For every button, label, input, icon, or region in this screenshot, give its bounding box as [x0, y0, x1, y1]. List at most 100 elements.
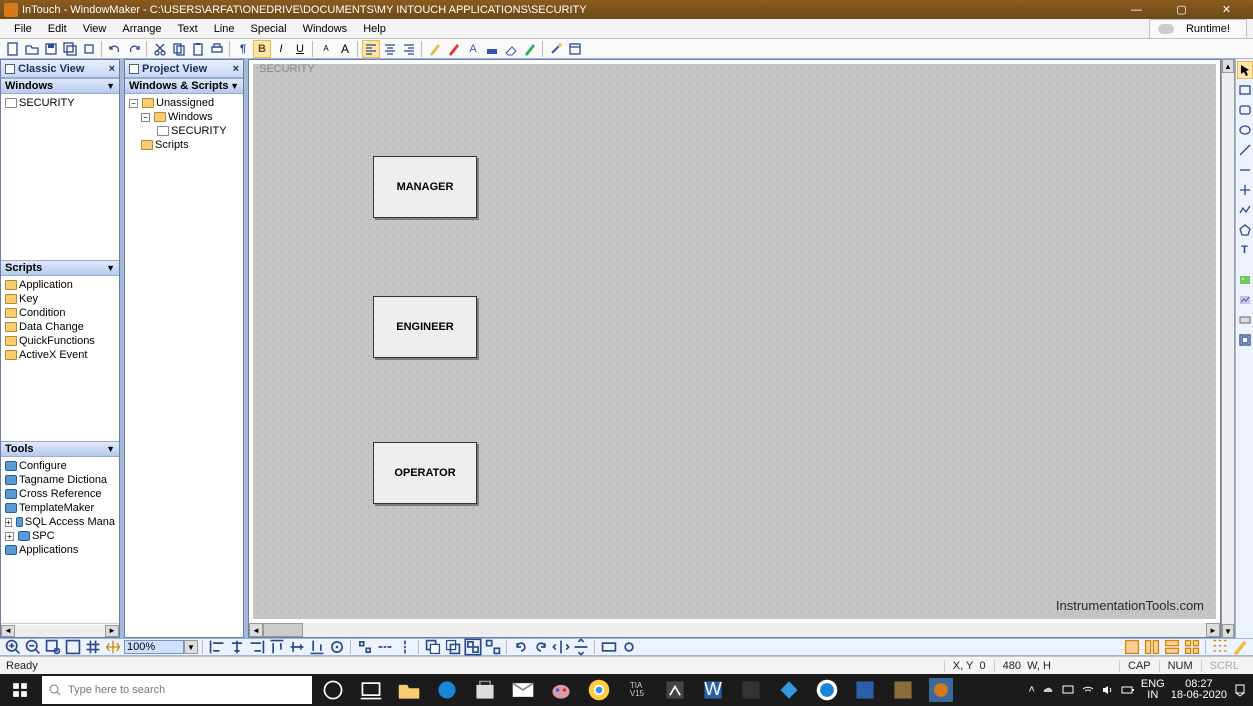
copy2-icon[interactable]: [170, 40, 188, 58]
open-icon[interactable]: [23, 40, 41, 58]
scripts-section-header[interactable]: Scripts▼: [1, 260, 119, 276]
back-icon[interactable]: [444, 639, 462, 655]
tray-expand-icon[interactable]: ˄: [1028, 684, 1034, 696]
canvas-object-manager[interactable]: MANAGER: [373, 156, 477, 218]
al3-icon[interactable]: [248, 639, 266, 655]
text-tool[interactable]: T: [1237, 241, 1253, 259]
al4-icon[interactable]: [268, 639, 286, 655]
underline-button[interactable]: U: [291, 40, 309, 58]
ws-scripts[interactable]: Scripts: [129, 138, 239, 152]
tia-icon[interactable]: TIAV15: [625, 678, 649, 702]
new-icon[interactable]: [4, 40, 22, 58]
hline-tool[interactable]: [1237, 161, 1253, 179]
menu-line[interactable]: Line: [206, 21, 243, 37]
front-icon[interactable]: [424, 639, 442, 655]
tool-sql[interactable]: +SQL Access Mana: [5, 515, 115, 529]
ws-root[interactable]: −Unassigned: [129, 96, 239, 110]
collapse-icon[interactable]: −: [129, 99, 138, 108]
align-right-button[interactable]: [400, 40, 418, 58]
bitmap-tool[interactable]: [1237, 271, 1253, 289]
align-center-button[interactable]: [381, 40, 399, 58]
sp3-icon[interactable]: [396, 639, 414, 655]
rot2-icon[interactable]: [532, 639, 550, 655]
script-application[interactable]: Application: [5, 278, 115, 292]
tool-spc[interactable]: +SPC: [5, 529, 115, 543]
store-icon[interactable]: [473, 678, 497, 702]
volume-icon[interactable]: [1101, 683, 1115, 697]
flipv-icon[interactable]: [572, 639, 590, 655]
design-canvas[interactable]: InstrumentationTools.com MANAGERENGINEER…: [253, 64, 1216, 619]
tool-template[interactable]: TemplateMaker: [5, 501, 115, 515]
wizard-icon[interactable]: [547, 40, 565, 58]
onedrive-icon[interactable]: [1041, 683, 1055, 697]
ws-section-header[interactable]: Windows & Scripts▼: [125, 78, 243, 94]
tool-crossref[interactable]: Cross Reference: [5, 487, 115, 501]
start-button[interactable]: [0, 674, 40, 706]
canvas-hscroll[interactable]: ◄►: [249, 623, 1220, 637]
link-icon[interactable]: [620, 639, 638, 655]
network-icon[interactable]: [1061, 683, 1075, 697]
view4-button[interactable]: [1183, 639, 1201, 655]
zoomout-icon[interactable]: [24, 639, 42, 655]
teamviewer-icon[interactable]: [815, 678, 839, 702]
frame-tool[interactable]: [1237, 331, 1253, 349]
zoom-input[interactable]: [124, 640, 184, 654]
roundrect-tool[interactable]: [1237, 101, 1253, 119]
al1-icon[interactable]: [208, 639, 226, 655]
expand-icon[interactable]: +: [5, 518, 12, 527]
ungroup-icon[interactable]: [484, 639, 502, 655]
canvas-vscroll[interactable]: ▲▼: [1221, 59, 1235, 638]
mail-icon[interactable]: [511, 678, 535, 702]
app3-icon[interactable]: [777, 678, 801, 702]
menu-text[interactable]: Text: [170, 21, 206, 37]
italic-button[interactable]: I: [272, 40, 290, 58]
ws-window-security[interactable]: SECURITY: [129, 124, 239, 138]
pan-icon[interactable]: [104, 639, 122, 655]
canvas-object-engineer[interactable]: ENGINEER: [373, 296, 477, 358]
panel-hscroll[interactable]: ◄►: [1, 623, 119, 637]
resh-icon[interactable]: [600, 639, 618, 655]
vline-tool[interactable]: [1237, 181, 1253, 199]
fontcolor-icon[interactable]: A: [464, 40, 482, 58]
explorer-icon[interactable]: [397, 678, 421, 702]
zoomfit-icon[interactable]: [64, 639, 82, 655]
trend-tool[interactable]: [1237, 291, 1253, 309]
al6-icon[interactable]: [308, 639, 326, 655]
rect-tool[interactable]: [1237, 81, 1253, 99]
taskbar-search[interactable]: Type here to search: [42, 676, 312, 704]
tray-clock[interactable]: 08:2718-06-2020: [1171, 679, 1227, 701]
windows-section-header[interactable]: Windows▼: [1, 78, 119, 94]
edge-icon[interactable]: [435, 678, 459, 702]
app2-icon[interactable]: [739, 678, 763, 702]
collapse-icon[interactable]: −: [141, 113, 150, 122]
snap-button[interactable]: [1211, 639, 1229, 655]
line-tool[interactable]: [1237, 141, 1253, 159]
app4-icon[interactable]: [853, 678, 877, 702]
ws-windows[interactable]: −Windows: [129, 110, 239, 124]
script-quickfn[interactable]: QuickFunctions: [5, 334, 115, 348]
al7-icon[interactable]: [328, 639, 346, 655]
expand-icon[interactable]: +: [5, 532, 14, 541]
word-icon[interactable]: W: [701, 678, 725, 702]
script-key[interactable]: Key: [5, 292, 115, 306]
app1-icon[interactable]: [663, 678, 687, 702]
menu-special[interactable]: Special: [242, 21, 294, 37]
pointer-tool[interactable]: [1237, 61, 1253, 79]
view3-button[interactable]: [1163, 639, 1181, 655]
maximize-button[interactable]: ▢: [1159, 0, 1204, 19]
fill-icon[interactable]: [483, 40, 501, 58]
script-datachange[interactable]: Data Change: [5, 320, 115, 334]
intouch-icon[interactable]: [929, 678, 953, 702]
undo-icon[interactable]: [106, 40, 124, 58]
cut-icon[interactable]: [151, 40, 169, 58]
zoomrect-icon[interactable]: [44, 639, 62, 655]
menu-arrange[interactable]: Arrange: [114, 21, 169, 37]
app5-icon[interactable]: [891, 678, 915, 702]
zoom-dropdown-icon[interactable]: ▼: [184, 640, 198, 654]
close-panel-icon[interactable]: ×: [109, 63, 115, 75]
canvas-object-operator[interactable]: OPERATOR: [373, 442, 477, 504]
fontsize-inc-icon[interactable]: A: [336, 40, 354, 58]
rot1-icon[interactable]: [512, 639, 530, 655]
chrome-icon[interactable]: [587, 678, 611, 702]
para-icon[interactable]: ¶: [234, 40, 252, 58]
